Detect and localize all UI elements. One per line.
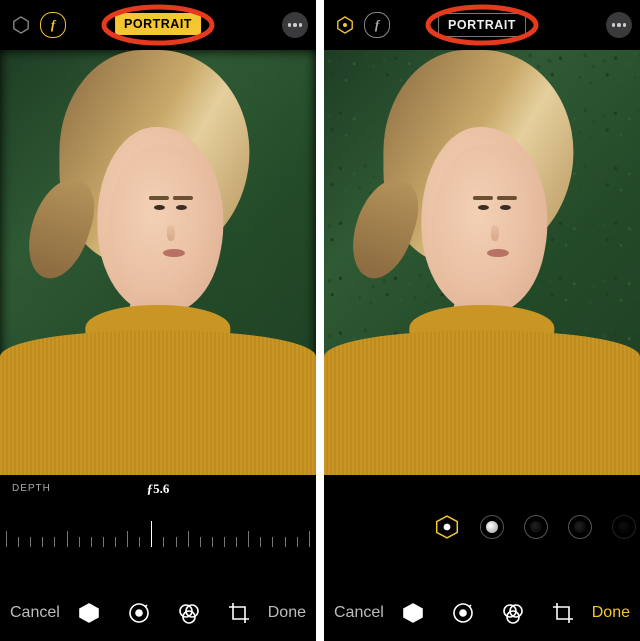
style-contour[interactable]: [524, 515, 548, 539]
depth-slider[interactable]: [6, 513, 310, 547]
style-stage[interactable]: [568, 515, 592, 539]
crop-icon[interactable]: [551, 601, 575, 625]
editor-left: f PORTRAIT DEPTH ƒ5.6: [0, 0, 316, 641]
portrait-subject: [324, 50, 640, 475]
lighting-icon[interactable]: [77, 601, 101, 625]
lighting-style-area: [324, 475, 640, 585]
more-button[interactable]: [282, 12, 308, 38]
lighting-hex-button[interactable]: [332, 12, 358, 38]
adjust-icon[interactable]: [127, 601, 151, 625]
style-natural-selected[interactable]: [434, 508, 460, 546]
photo-preview[interactable]: [324, 50, 640, 475]
more-button[interactable]: [606, 12, 632, 38]
adjust-icon[interactable]: [451, 601, 475, 625]
done-button[interactable]: Done: [592, 604, 630, 622]
lighting-hex-button[interactable]: [8, 12, 34, 38]
depth-control-area: DEPTH ƒ5.6: [0, 475, 316, 585]
aperture-value: ƒ5.6: [147, 481, 170, 497]
filters-icon[interactable]: [501, 601, 525, 625]
hexagon-icon: [12, 16, 30, 34]
bottom-bar: Cancel Done: [324, 585, 640, 641]
done-button[interactable]: Done: [268, 604, 306, 622]
lighting-icon[interactable]: [401, 601, 425, 625]
top-bar: f PORTRAIT: [324, 0, 640, 50]
filters-icon[interactable]: [177, 601, 201, 625]
edit-tools: [401, 601, 575, 625]
top-bar: f PORTRAIT: [0, 0, 316, 50]
style-studio[interactable]: [480, 515, 504, 539]
hexagon-icon: [336, 16, 354, 34]
photo-preview[interactable]: [0, 50, 316, 475]
bottom-bar: Cancel Done: [0, 585, 316, 641]
portrait-mode-badge[interactable]: PORTRAIT: [115, 13, 201, 35]
portrait-subject: [0, 50, 316, 475]
style-stage-mono[interactable]: [612, 515, 636, 539]
aperture-f-button[interactable]: f: [364, 12, 390, 38]
edit-tools: [77, 601, 251, 625]
crop-icon[interactable]: [227, 601, 251, 625]
cancel-button[interactable]: Cancel: [10, 604, 60, 622]
f-icon: f: [40, 12, 66, 38]
lighting-style-carousel[interactable]: [434, 503, 636, 551]
cancel-button[interactable]: Cancel: [334, 604, 384, 622]
f-icon: f: [364, 12, 390, 38]
portrait-mode-badge[interactable]: PORTRAIT: [438, 13, 526, 37]
aperture-f-button[interactable]: f: [40, 12, 66, 38]
depth-label: DEPTH: [12, 483, 51, 494]
editor-right: f PORTRAIT: [324, 0, 640, 641]
